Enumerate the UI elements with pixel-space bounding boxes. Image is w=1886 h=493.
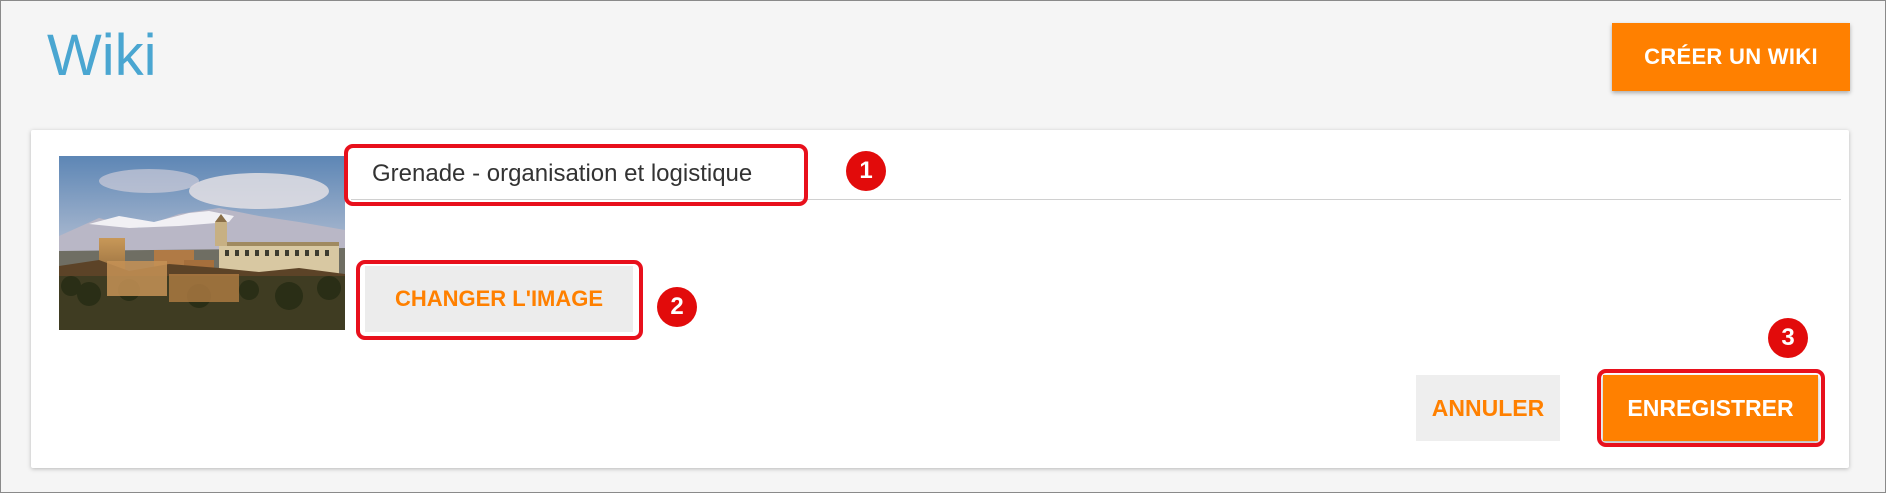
wiki-edit-card: Grenade - organisation et logistique [31, 130, 1849, 468]
callout-badge-2: 2 [657, 287, 697, 327]
wiki-cover-image [59, 156, 345, 330]
highlight-box-save [1597, 369, 1825, 447]
callout-badge-1: 1 [846, 151, 886, 191]
highlight-box-change-image [356, 260, 643, 340]
page-title: Wiki [47, 23, 157, 88]
callout-badge-3: 3 [1768, 318, 1808, 358]
cancel-button[interactable]: ANNULER [1416, 375, 1560, 441]
highlight-box-title [344, 144, 808, 206]
create-wiki-button[interactable]: CRÉER UN WIKI [1612, 23, 1850, 91]
